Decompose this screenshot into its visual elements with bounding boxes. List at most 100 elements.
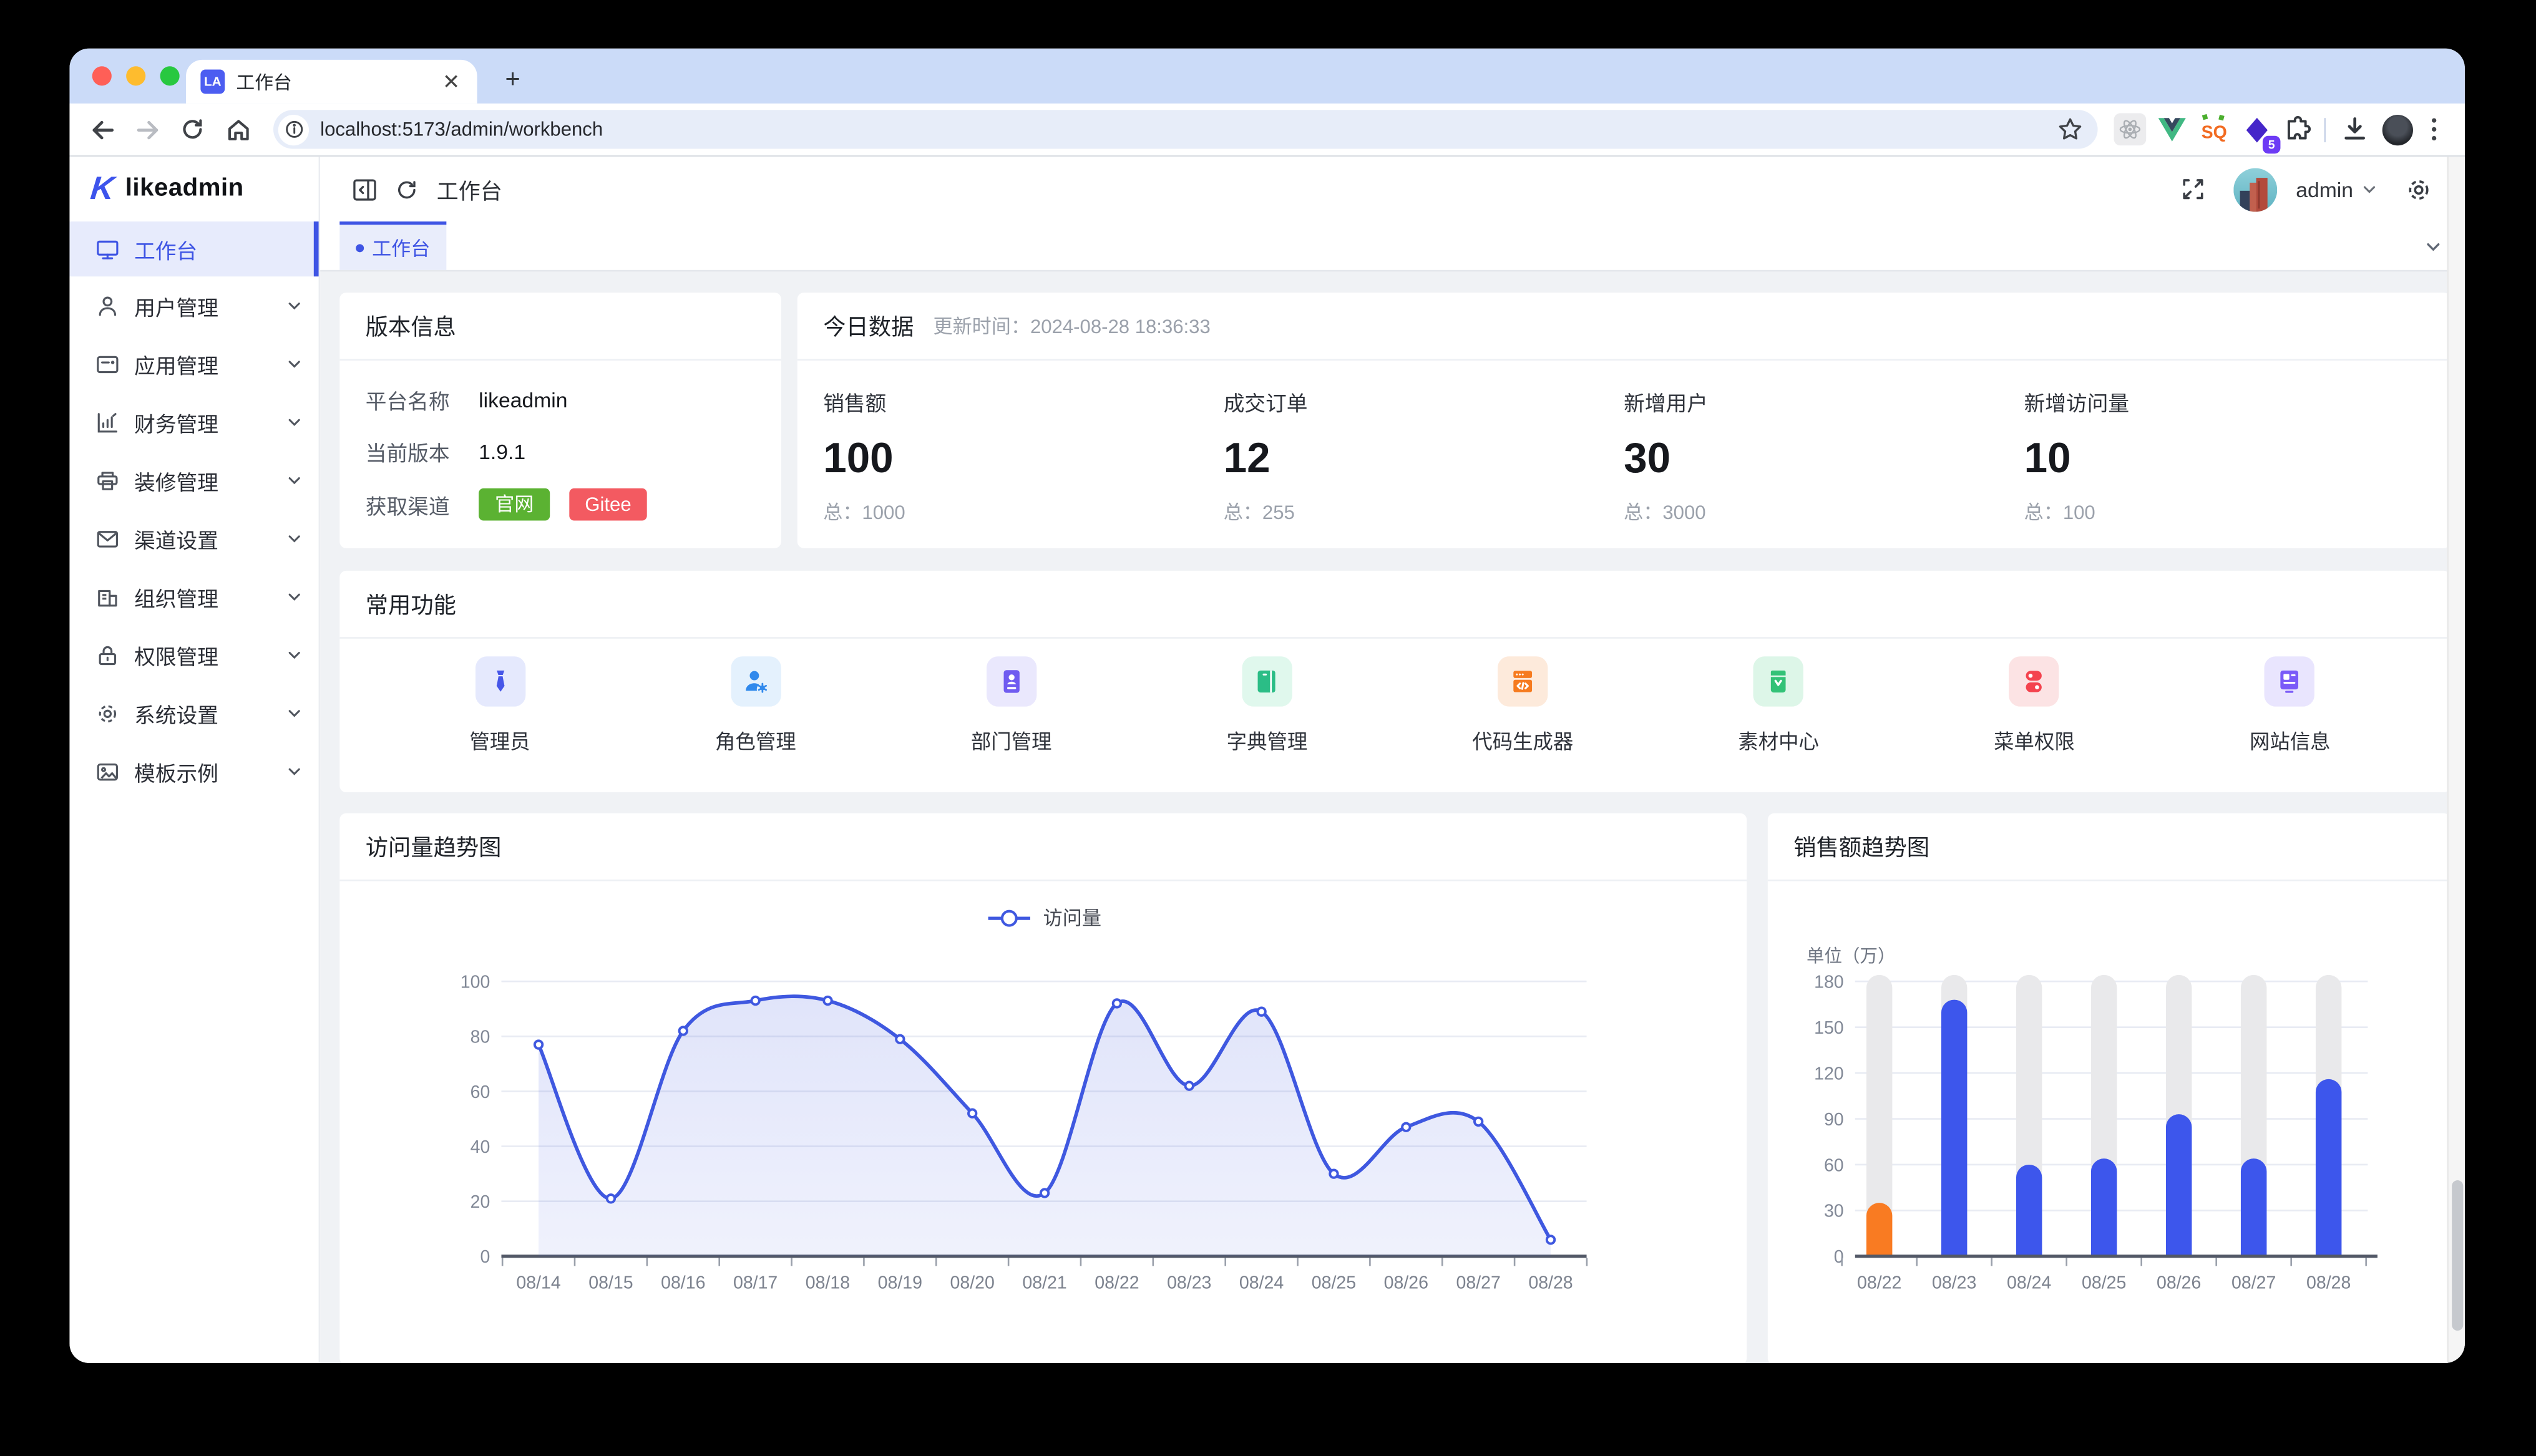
quick-item-code-generator[interactable]: 代码生成器 bbox=[1395, 656, 1651, 755]
new-tab-button[interactable]: + bbox=[497, 66, 529, 95]
user-avatar[interactable] bbox=[2233, 167, 2276, 211]
today-data-card: 今日数据 更新时间：2024-08-28 18:36:33 销售额 100 总：… bbox=[797, 293, 2451, 548]
sidebar-item-label: 用户管理 bbox=[134, 290, 286, 321]
page-tabbar: 工作台 bbox=[320, 221, 2465, 271]
tab-label: 工作台 bbox=[372, 234, 430, 261]
chevron-down-icon bbox=[286, 293, 303, 318]
sidebar-item-label: 渠道设置 bbox=[134, 523, 286, 553]
svg-text:60: 60 bbox=[471, 1082, 490, 1102]
extensions-puzzle-icon[interactable] bbox=[2279, 110, 2318, 148]
sidebar-item-applications[interactable]: 应用管理 bbox=[69, 335, 318, 393]
svg-text:0: 0 bbox=[480, 1247, 490, 1267]
sidebar-item-organization[interactable]: 组织管理 bbox=[69, 568, 318, 626]
monitor-icon bbox=[95, 237, 120, 261]
site-info-icon[interactable] bbox=[278, 114, 309, 145]
quick-item-departments[interactable]: 部门管理 bbox=[884, 656, 1139, 755]
chart-legend[interactable]: 访问量 bbox=[339, 881, 1747, 954]
svg-text:08/25: 08/25 bbox=[1312, 1273, 1356, 1293]
svg-text:100: 100 bbox=[461, 973, 490, 993]
chevron-down-icon bbox=[2361, 181, 2378, 197]
refresh-page-icon[interactable] bbox=[385, 168, 427, 210]
sidebar-item-workbench[interactable]: 工作台 bbox=[69, 221, 318, 276]
gem-extension-icon[interactable]: 5 bbox=[2236, 110, 2275, 148]
user-icon bbox=[95, 293, 120, 318]
svg-text:08/22: 08/22 bbox=[1095, 1273, 1139, 1293]
sidebar-item-decoration[interactable]: 装修管理 bbox=[69, 451, 318, 509]
fullscreen-icon[interactable] bbox=[2172, 168, 2213, 210]
visits-trend-card: 访问量趋势图 访问量 02040608010008/1408/1508/1608… bbox=[339, 813, 1747, 1363]
collapse-sidebar-icon[interactable] bbox=[343, 168, 384, 210]
page-scrollbar[interactable] bbox=[2447, 157, 2465, 1362]
vue-devtools-extension-icon[interactable] bbox=[2153, 110, 2192, 148]
minimize-window-button[interactable] bbox=[126, 66, 145, 85]
svg-text:08/17: 08/17 bbox=[733, 1273, 778, 1293]
breadcrumb: 工作台 bbox=[437, 173, 502, 205]
browser-tab[interactable]: LA 工作台 ✕ bbox=[186, 60, 477, 104]
desktop-background: LA 工作台 ✕ + localhost:5173/admin/workbenc… bbox=[0, 0, 2536, 1456]
lock-icon bbox=[95, 643, 120, 667]
close-window-button[interactable] bbox=[92, 66, 112, 85]
sidebar-item-permissions[interactable]: 权限管理 bbox=[69, 626, 318, 684]
quick-item-menu-permissions[interactable]: 菜单权限 bbox=[1906, 656, 2162, 755]
tab-options-chevron-icon[interactable] bbox=[2424, 221, 2442, 270]
url-text[interactable]: localhost:5173/admin/workbench bbox=[320, 118, 2052, 140]
gitee-button[interactable]: Gitee bbox=[568, 488, 647, 521]
code-generator-icon bbox=[1498, 656, 1548, 706]
user-menu[interactable]: admin bbox=[2296, 177, 2378, 201]
active-dot bbox=[356, 243, 364, 251]
chevron-down-icon bbox=[286, 468, 303, 492]
forward-icon[interactable] bbox=[125, 109, 170, 150]
gear-icon bbox=[95, 701, 120, 726]
chevron-down-icon bbox=[286, 352, 303, 376]
sidebar-item-label: 装修管理 bbox=[134, 465, 286, 495]
reload-icon[interactable] bbox=[170, 109, 215, 150]
official-site-button[interactable]: 官网 bbox=[479, 488, 550, 521]
sidebar-item-system-settings[interactable]: 系统设置 bbox=[69, 684, 318, 742]
quick-item-site-info[interactable]: 网站信息 bbox=[2162, 656, 2418, 755]
user-name: admin bbox=[2296, 177, 2353, 201]
settings-gear-icon[interactable] bbox=[2397, 168, 2439, 210]
tab-workbench[interactable]: 工作台 bbox=[339, 221, 446, 270]
svg-text:SQ: SQ bbox=[2202, 123, 2227, 143]
chevron-down-icon bbox=[286, 410, 303, 434]
finance-chart-icon bbox=[95, 410, 120, 434]
react-devtools-extension-icon[interactable] bbox=[2110, 110, 2149, 148]
logo-mark-icon: K bbox=[89, 170, 116, 208]
bookmark-star-icon[interactable] bbox=[2052, 109, 2088, 150]
chevron-down-icon bbox=[286, 585, 303, 609]
quick-item-roles[interactable]: 角色管理 bbox=[628, 656, 884, 755]
card-title: 版本信息 bbox=[339, 293, 781, 361]
quick-item-dictionary[interactable]: 字典管理 bbox=[1139, 656, 1395, 755]
svg-text:08/16: 08/16 bbox=[661, 1273, 705, 1293]
quick-item-admin[interactable]: 管理员 bbox=[372, 656, 628, 755]
sidebar-item-templates[interactable]: 模板示例 bbox=[69, 742, 318, 800]
sidebar-item-users[interactable]: 用户管理 bbox=[69, 276, 318, 334]
template-image-icon bbox=[95, 759, 120, 784]
browser-profile-avatar[interactable] bbox=[2378, 110, 2416, 148]
sidebar-item-label: 权限管理 bbox=[134, 639, 286, 670]
sidebar: K likeadmin 工作台 用户管理 应用管理 财务管理 bbox=[69, 157, 320, 1362]
back-icon[interactable] bbox=[79, 109, 125, 150]
browser-tabstrip: LA 工作台 ✕ + bbox=[69, 49, 2464, 104]
svg-text:08/26: 08/26 bbox=[2157, 1273, 2201, 1293]
url-address-bar[interactable]: localhost:5173/admin/workbench bbox=[273, 110, 2098, 148]
downloads-icon[interactable] bbox=[2336, 110, 2374, 148]
home-icon[interactable] bbox=[215, 109, 261, 150]
sidebar-item-finance[interactable]: 财务管理 bbox=[69, 393, 318, 451]
stat-new-visits: 新增访问量 10 总：100 bbox=[2024, 386, 2424, 525]
zoom-window-button[interactable] bbox=[160, 66, 180, 85]
window-controls bbox=[92, 66, 180, 85]
sq-extension-icon[interactable]: SQ bbox=[2195, 110, 2233, 148]
sidebar-item-label: 工作台 bbox=[134, 234, 303, 265]
tab-close-icon[interactable]: ✕ bbox=[438, 69, 464, 94]
browser-menu-kebab-icon[interactable] bbox=[2419, 110, 2449, 148]
svg-text:40: 40 bbox=[471, 1137, 490, 1157]
quick-item-material-center[interactable]: 素材中心 bbox=[1651, 656, 1906, 755]
browser-toolbar: localhost:5173/admin/workbench SQ 5 bbox=[69, 104, 2464, 155]
scrollbar-thumb[interactable] bbox=[2452, 1180, 2463, 1331]
stat-new-users: 新增用户 30 总：3000 bbox=[1624, 386, 2024, 525]
svg-text:08/24: 08/24 bbox=[1239, 1273, 1284, 1293]
sidebar-item-channels[interactable]: 渠道设置 bbox=[69, 509, 318, 567]
site-info-browser-icon bbox=[2265, 656, 2315, 706]
department-card-icon bbox=[987, 656, 1036, 706]
